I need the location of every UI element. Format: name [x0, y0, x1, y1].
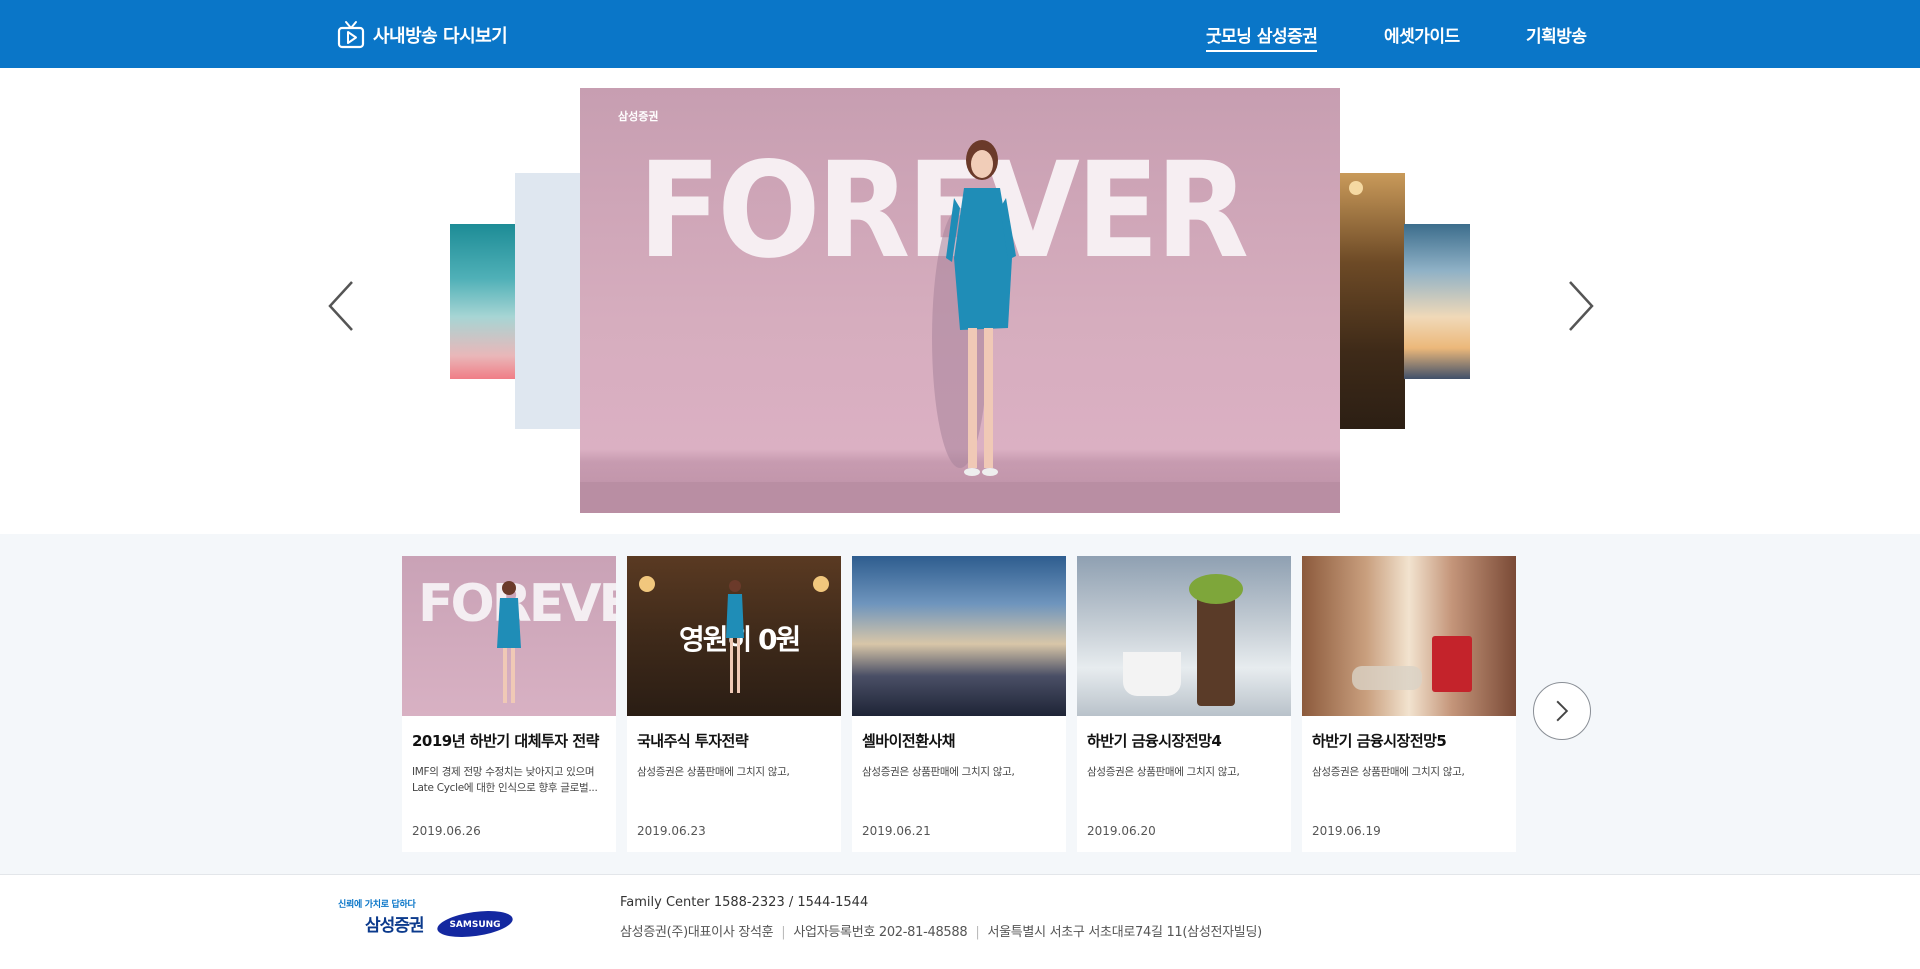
video-description: 삼성증권은 상품판매에 그치지 않고, [1312, 766, 1465, 778]
slide-thumb-lobby[interactable] [1339, 173, 1405, 429]
video-description: 삼성증권은 상품판매에 그치지 않고, [637, 766, 790, 778]
slide-thumb-sky[interactable] [450, 224, 516, 379]
samsung-logo-icon: SAMSUNG [437, 910, 513, 938]
video-thumbnail[interactable] [1077, 556, 1291, 716]
video-title[interactable]: 하반기 금융시장전망4 [1087, 730, 1222, 751]
video-card[interactable]: 하반기 금융시장전망4 삼성증권은 상품판매에 그치지 않고, 2019.06.… [1077, 556, 1291, 852]
video-title[interactable]: 셀바이전환사채 [862, 730, 956, 751]
business-number: 사업자등록번호 202-81-48588 [793, 925, 968, 940]
svg-text:SAMSUNG: SAMSUNG [449, 920, 500, 930]
company-address: 서울특별시 서초구 서초대로74길 11(삼성전자빌딩) [987, 925, 1262, 940]
video-card[interactable]: 셀바이전환사채 삼성증권은 상품판매에 그치지 않고, 2019.06.21 [852, 556, 1066, 852]
thumb-pot [1197, 596, 1235, 706]
tv-icon [337, 21, 365, 49]
video-description: IMF의 경제 전망 수정치는 낮아지고 있으며 Late Cycle에 대한 … [412, 766, 598, 794]
video-list: FOREVER 2019년 하반기 대체투자 전략 IMF의 경제 전망 수정치… [0, 534, 1920, 874]
thumb-car [1352, 666, 1422, 690]
brand-title: 사내방송 다시보기 [373, 26, 508, 47]
nav-goodmorning[interactable]: 굿모닝 삼성증권 [1206, 22, 1318, 52]
nav-asset-guide[interactable]: 에셋가이드 [1384, 22, 1460, 47]
hero-carousel: 삼성증권 FOREVER [0, 68, 1920, 534]
model-figure [932, 140, 1016, 476]
thumb-plant [1189, 574, 1243, 604]
video-thumbnail[interactable] [852, 556, 1066, 716]
video-date: 2019.06.19 [1312, 824, 1381, 838]
site-footer: 신뢰에 가치로 답하다 삼성증권 SAMSUNG Family Center 1… [0, 874, 1920, 969]
video-title[interactable]: 국내주식 투자전략 [637, 730, 749, 751]
video-card[interactable]: 영원히 0원 국내주식 투자전략 삼성증권은 상품판매에 그치지 않고, 201… [627, 556, 841, 852]
slide-thumb-city[interactable] [1404, 224, 1470, 379]
video-description: 삼성증권은 상품판매에 그치지 않고, [1087, 766, 1240, 778]
footer-logo: 삼성증권 [365, 916, 425, 936]
divider: | [781, 925, 786, 940]
main-slide[interactable]: 삼성증권 FOREVER [580, 88, 1340, 513]
video-thumbnail[interactable]: 영원히 0원 [627, 556, 841, 716]
thumb-figure [497, 581, 521, 703]
company-ceo: 삼성증권(주)대표이사 장석훈 [620, 925, 774, 940]
video-card[interactable]: 하반기 금융시장전망5 삼성증권은 상품판매에 그치지 않고, 2019.06.… [1302, 556, 1516, 852]
nav-special-broadcast[interactable]: 기획방송 [1526, 22, 1587, 47]
thumb-lamp [639, 576, 655, 592]
video-date: 2019.06.26 [412, 824, 481, 838]
lamp-glow [1349, 181, 1363, 195]
thumb-figure [726, 580, 744, 693]
divider: | [975, 925, 980, 940]
video-date: 2019.06.21 [862, 824, 931, 838]
slide-thumb-light[interactable] [515, 173, 581, 429]
family-center: Family Center 1588-2323 / 1544-1544 [620, 895, 869, 910]
site-header: 사내방송 다시보기 굿모닝 삼성증권 에셋가이드 기획방송 [0, 0, 1920, 68]
brand-link[interactable]: 사내방송 다시보기 [337, 20, 508, 50]
main-slide-brand-tag: 삼성증권 [618, 110, 659, 123]
video-title[interactable]: 2019년 하반기 대체투자 전략 [412, 730, 599, 751]
thumb-bus [1432, 636, 1472, 692]
thumb-cup [1123, 652, 1181, 696]
video-thumbnail[interactable] [1302, 556, 1516, 716]
video-date: 2019.06.20 [1087, 824, 1156, 838]
company-info: 삼성증권(주)대표이사 장석훈 | 사업자등록번호 202-81-48588 | 서울특… [620, 921, 1262, 940]
video-description: 삼성증권은 상품판매에 그치지 않고, [862, 766, 1015, 778]
thumb-lamp [813, 576, 829, 592]
video-title[interactable]: 하반기 금융시장전망5 [1312, 730, 1447, 751]
video-thumbnail[interactable]: FOREVER [402, 556, 616, 716]
prev-slide-arrow-icon[interactable] [322, 276, 362, 336]
video-date: 2019.06.23 [637, 824, 706, 838]
next-slide-arrow-icon[interactable] [1560, 276, 1600, 336]
next-list-arrow-icon[interactable] [1533, 682, 1591, 740]
video-card[interactable]: FOREVER 2019년 하반기 대체투자 전략 IMF의 경제 전망 수정치… [402, 556, 616, 852]
footer-slogan: 신뢰에 가치로 답하다 [338, 900, 416, 910]
